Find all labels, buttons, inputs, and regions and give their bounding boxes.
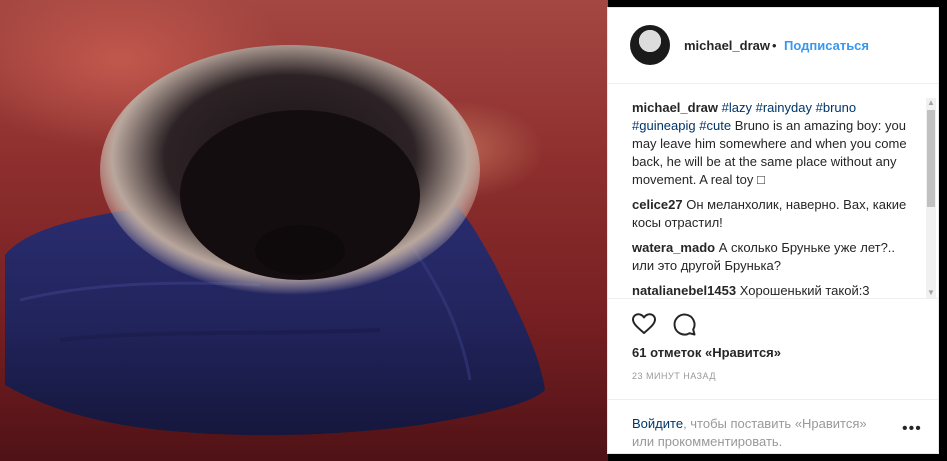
avatar[interactable] bbox=[630, 25, 670, 65]
hashtag-link[interactable]: #guineapig bbox=[632, 118, 696, 133]
scroll-up-arrow-icon[interactable]: ▲ bbox=[926, 98, 936, 108]
caption: michael_draw #lazy #rainyday #bruno #gui… bbox=[632, 99, 907, 189]
scrollbar-thumb[interactable] bbox=[927, 110, 935, 207]
comments-list: michael_draw #lazy #rainyday #bruno #gui… bbox=[632, 99, 907, 298]
login-link[interactable]: Войдите bbox=[632, 416, 683, 431]
post-actions: 61 отметок «Нравится» 23 МИНУТ НАЗАД bbox=[608, 298, 938, 414]
hashtag-link[interactable]: #lazy bbox=[722, 100, 752, 115]
likes-count[interactable]: 61 отметок «Нравится» bbox=[632, 345, 781, 360]
post-header: michael_draw • Подписаться bbox=[608, 8, 938, 84]
comment-text: Хорошенький такой:3 bbox=[739, 283, 870, 298]
comment-username-link[interactable]: celice27 bbox=[632, 197, 683, 212]
toy-emoji-icon: □ bbox=[757, 172, 765, 187]
comment-item: watera_mado А сколько Бруньке уже лет?..… bbox=[632, 239, 907, 275]
comment-item: natalianebel1453 Хорошенький такой:3 bbox=[632, 282, 907, 298]
comment-icon[interactable] bbox=[671, 311, 697, 337]
login-footer: Войдите, чтобы поставить «Нравится» или … bbox=[608, 399, 938, 453]
comment-username-link[interactable]: watera_mado bbox=[632, 240, 715, 255]
caption-username-link[interactable]: michael_draw bbox=[632, 100, 718, 115]
hashtag-link[interactable]: #bruno bbox=[816, 100, 856, 115]
guinea-pig-on-pillow-image bbox=[5, 45, 545, 436]
header-separator: • bbox=[772, 38, 777, 53]
post-photo[interactable] bbox=[0, 0, 608, 461]
comment-item: celice27 Он меланхолик, наверно. Вах, ка… bbox=[632, 196, 907, 232]
hashtag-link[interactable]: #rainyday bbox=[756, 100, 812, 115]
frame-edge bbox=[939, 0, 947, 461]
post-timestamp: 23 МИНУТ НАЗАД bbox=[632, 371, 716, 381]
heart-icon[interactable] bbox=[631, 311, 657, 337]
follow-button[interactable]: Подписаться bbox=[784, 38, 869, 53]
scroll-down-arrow-icon[interactable]: ▼ bbox=[926, 288, 936, 298]
login-prompt: Войдите, чтобы поставить «Нравится» или … bbox=[632, 415, 892, 451]
comments-scrollbar[interactable]: ▲ ▼ bbox=[926, 98, 936, 298]
post-side-panel: michael_draw • Подписаться michael_draw … bbox=[607, 7, 939, 454]
more-options-icon[interactable]: ••• bbox=[902, 420, 922, 438]
hashtag-link[interactable]: #cute bbox=[699, 118, 731, 133]
comment-username-link[interactable]: natalianebel1453 bbox=[632, 283, 736, 298]
header-username-link[interactable]: michael_draw bbox=[684, 38, 770, 53]
